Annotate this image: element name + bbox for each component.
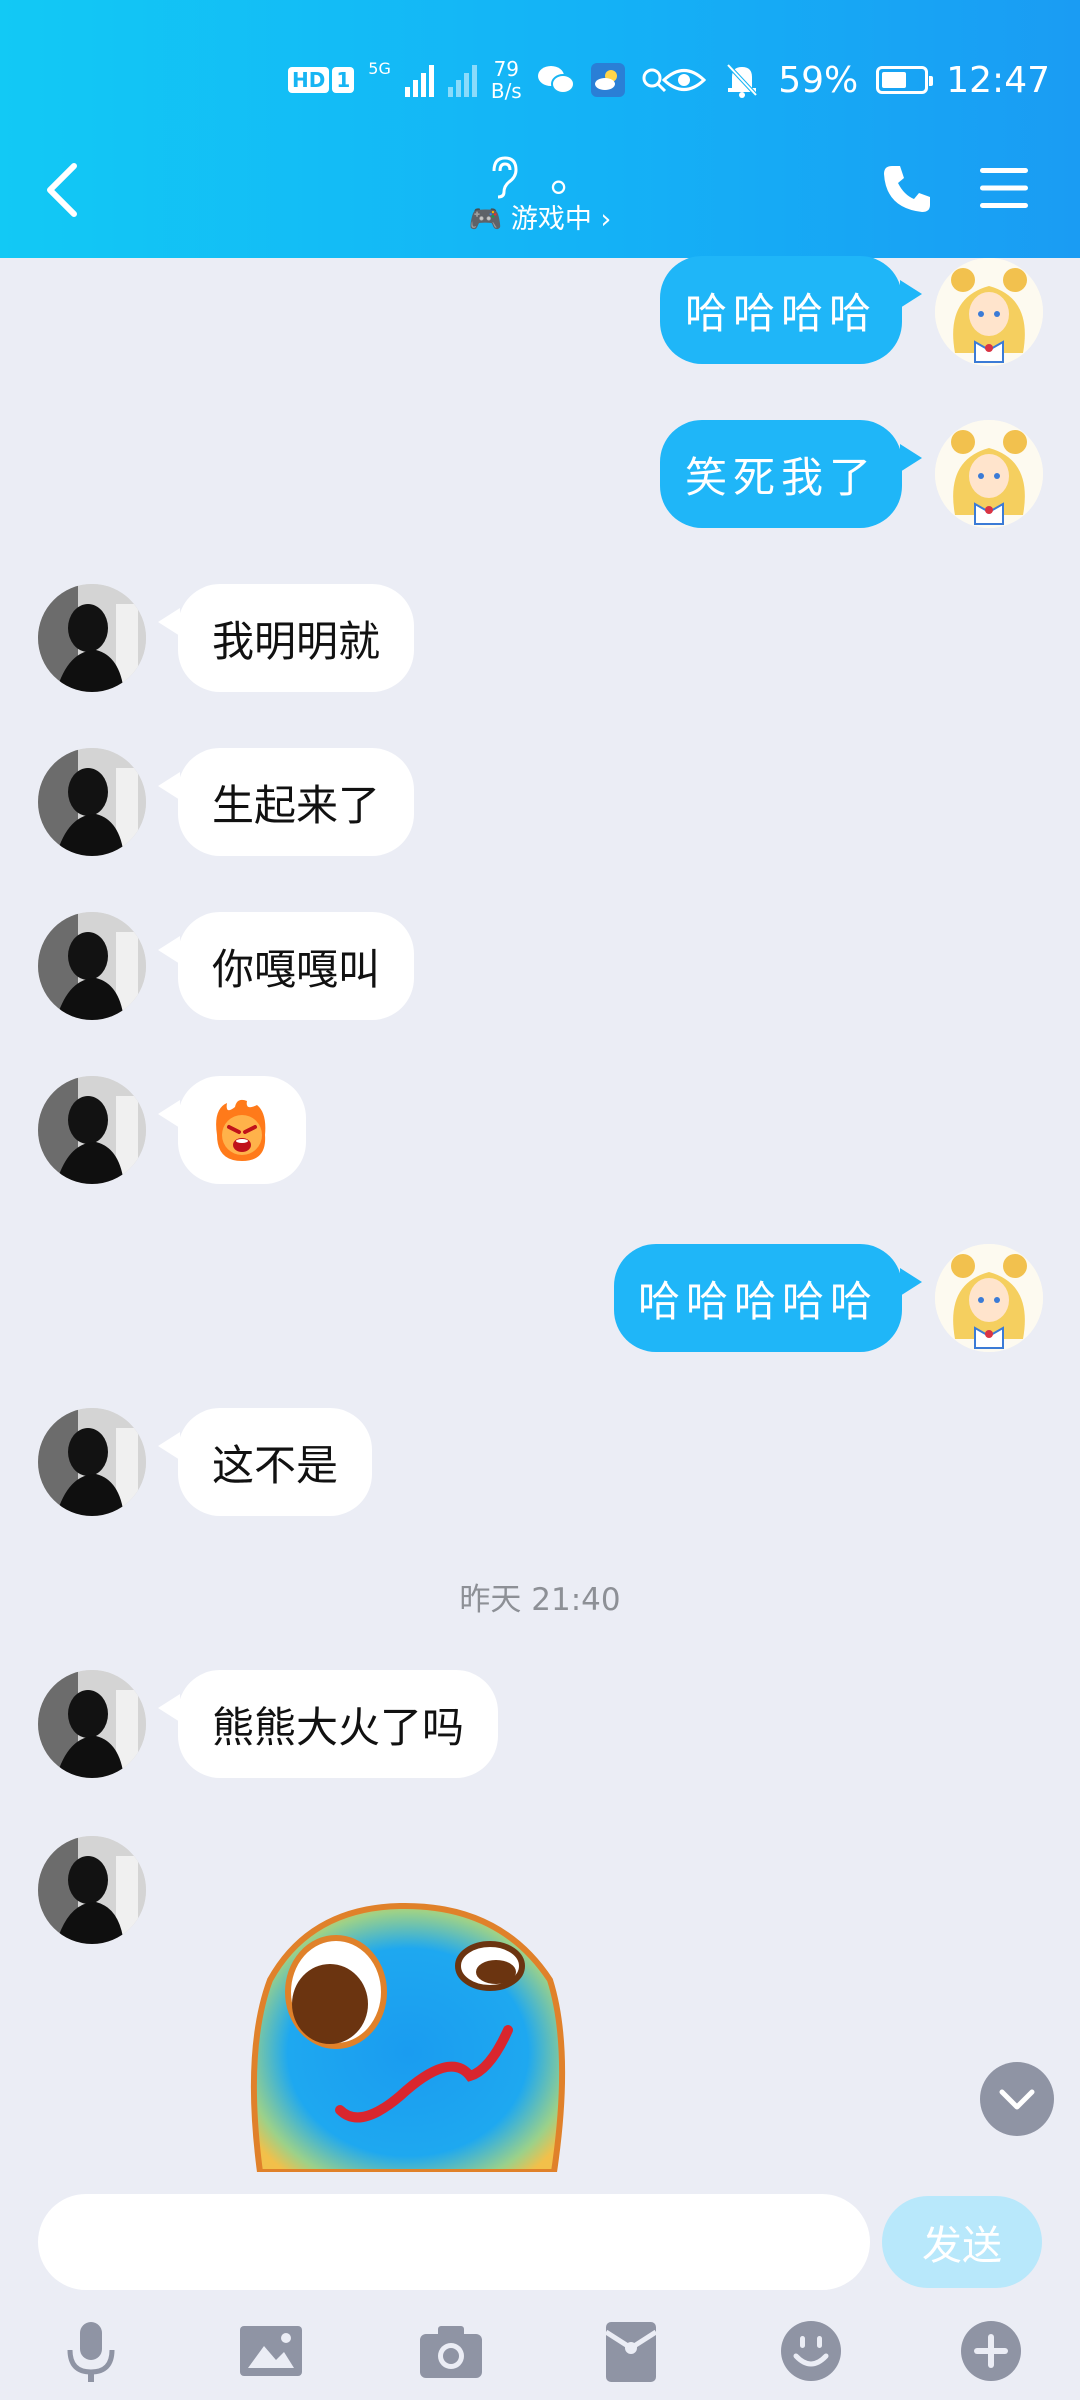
- angry-fire-emoji-icon: [216, 1099, 266, 1161]
- sailor-moon-avatar-icon: [935, 1244, 1043, 1352]
- contact-avatar[interactable]: [38, 584, 146, 692]
- message-bubble[interactable]: 我明明就: [178, 584, 415, 692]
- eye-comfort-icon: [662, 69, 707, 91]
- message-bubble-emoji[interactable]: [178, 1076, 306, 1184]
- contact-avatar[interactable]: [38, 912, 146, 1020]
- menu-icon[interactable]: [978, 166, 1030, 210]
- mute-bell-icon: [726, 63, 758, 98]
- bubble-tail: [900, 444, 922, 472]
- sailor-moon-avatar-icon: [935, 420, 1043, 528]
- battery-percent: 59%: [778, 59, 859, 101]
- message-bubble[interactable]: 哈哈哈哈: [660, 256, 902, 364]
- bubble-tail: [158, 936, 180, 964]
- timestamp-divider: 昨天 21:40: [459, 1582, 621, 1618]
- my-avatar[interactable]: [935, 420, 1043, 528]
- sim-badge: 1: [332, 67, 355, 93]
- bubble-tail: [158, 608, 180, 636]
- weather-icon: [590, 63, 625, 97]
- bubble-tail: [900, 280, 922, 308]
- silhouette-avatar-icon: [38, 1836, 146, 1944]
- chevron-down-icon: [999, 2089, 1035, 2110]
- send-button[interactable]: 发送: [882, 2196, 1042, 2288]
- message-bubble[interactable]: 哈哈哈哈哈: [614, 1244, 902, 1352]
- message-bubble[interactable]: 生起来了: [178, 748, 415, 856]
- phone-call-icon[interactable]: [880, 162, 934, 216]
- chat-header: HD 1 5G 79 B/s 59% 12:47 。 🎮 游戏中 ›: [0, 0, 1080, 258]
- signal-strength-icon: [404, 63, 434, 97]
- message-sent: 笑死我了: [0, 420, 1080, 530]
- image-icon[interactable]: [236, 2316, 306, 2386]
- silhouette-avatar-icon: [38, 912, 146, 1020]
- bubble-tail: [158, 1432, 180, 1460]
- wechat-icon: [537, 66, 575, 94]
- message-bubble[interactable]: 熊熊大火了吗: [178, 1670, 499, 1778]
- message-bubble[interactable]: 笑死我了: [660, 420, 902, 528]
- clock: 12:47: [946, 59, 1050, 101]
- bubble-tail: [900, 1268, 922, 1296]
- emoji-icon[interactable]: [776, 2316, 846, 2386]
- network-type: 5G: [368, 58, 391, 78]
- scroll-to-bottom-button[interactable]: [980, 2062, 1054, 2136]
- silhouette-avatar-icon: [38, 1076, 146, 1184]
- silhouette-avatar-icon: [38, 1408, 146, 1516]
- silhouette-avatar-icon: [38, 748, 146, 856]
- camera-icon[interactable]: [416, 2316, 486, 2386]
- status-bar-left: HD 1 5G 79 B/s: [288, 52, 668, 108]
- red-packet-icon[interactable]: [596, 2316, 666, 2386]
- silly-face-sticker-icon[interactable]: [250, 1900, 566, 2172]
- contact-avatar[interactable]: [38, 748, 146, 856]
- bubble-tail: [158, 1100, 180, 1128]
- message-input[interactable]: [38, 2194, 870, 2290]
- my-avatar[interactable]: [935, 258, 1043, 366]
- network-speed: 79 B/s: [491, 58, 522, 102]
- hd-badge: HD: [288, 67, 330, 93]
- sailor-moon-avatar-icon: [935, 258, 1043, 366]
- contact-avatar[interactable]: [38, 1408, 146, 1516]
- contact-avatar[interactable]: [38, 1670, 146, 1778]
- plus-icon[interactable]: [956, 2316, 1026, 2386]
- battery-level: [882, 72, 907, 88]
- message-bubble[interactable]: 你嘎嘎叫: [178, 912, 415, 1020]
- bubble-tail: [158, 772, 180, 800]
- hd-indicator: HD 1: [288, 67, 355, 93]
- contact-name: 。: [550, 151, 594, 202]
- status-bar-right: 59% 12:47: [662, 52, 1050, 108]
- network-speed-value: 79: [493, 57, 520, 81]
- battery-icon: [876, 66, 934, 94]
- network-speed-unit: B/s: [490, 79, 522, 103]
- contact-avatar[interactable]: [38, 1076, 146, 1184]
- my-avatar[interactable]: [935, 1244, 1043, 1352]
- signal-sim2-icon: [447, 63, 477, 97]
- message-bubble[interactable]: 这不是: [178, 1408, 373, 1516]
- message-sent: 哈哈哈哈: [0, 256, 1080, 368]
- contact-avatar[interactable]: [38, 1836, 146, 1944]
- silhouette-avatar-icon: [38, 1670, 146, 1778]
- silhouette-avatar-icon: [38, 584, 146, 692]
- bubble-tail: [158, 1694, 180, 1722]
- ear-mode-icon: [492, 156, 518, 199]
- microphone-icon[interactable]: [56, 2316, 126, 2386]
